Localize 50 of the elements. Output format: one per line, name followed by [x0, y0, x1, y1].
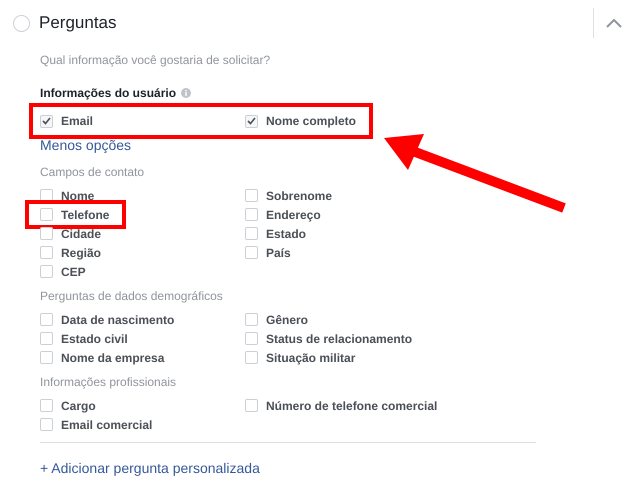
checkbox-label: Gênero: [266, 312, 308, 328]
checkbox-label: Endereço: [266, 206, 321, 224]
checkbox[interactable]: [40, 246, 53, 259]
checkbox[interactable]: [245, 114, 258, 128]
checkbox-label: Sobrenome: [266, 188, 332, 204]
checkbox[interactable]: [40, 313, 53, 326]
section-label: Informações do usuário: [40, 85, 176, 102]
prompt-text: Qual informação você gostaria de solicitar?: [40, 52, 272, 69]
checkbox[interactable]: [245, 227, 258, 240]
checkbox-label: Região: [61, 244, 102, 262]
checkbox-label: Email comercial: [61, 416, 152, 434]
checkbox[interactable]: [40, 418, 53, 431]
checkbox[interactable]: [245, 208, 258, 221]
checkbox[interactable]: [40, 399, 53, 412]
checkbox[interactable]: [245, 313, 258, 326]
radio-button[interactable]: [13, 14, 30, 32]
collapse-chevron-icon[interactable]: [606, 18, 622, 28]
checkbox[interactable]: [245, 399, 258, 412]
checkbox[interactable]: [40, 351, 53, 364]
checkbox-label: Cargo: [61, 398, 96, 414]
group-title: Perguntas de dados demográficos: [40, 288, 224, 305]
checkbox[interactable]: [40, 114, 53, 128]
checkbox-label: Nome completo: [266, 113, 356, 130]
checkbox-label: Número de telefone comercial: [266, 398, 438, 414]
checkbox[interactable]: [245, 189, 258, 202]
checkbox[interactable]: [40, 332, 53, 345]
checkbox[interactable]: [40, 227, 53, 240]
checkbox[interactable]: [40, 208, 53, 221]
checkbox-label: Status de relacionamento: [266, 330, 412, 348]
group-title: Informações profissionais: [40, 374, 178, 391]
add-question-link[interactable]: + Adicionar pergunta personalizada: [40, 458, 260, 479]
checkbox-label: Cidade: [61, 226, 102, 242]
checkbox-label: Email: [61, 113, 94, 130]
checkbox-label: Telefone: [61, 206, 110, 224]
group-title: Campos de contato: [40, 164, 146, 181]
checkbox[interactable]: [245, 246, 258, 259]
checkbox-label: País: [266, 244, 291, 262]
checkbox-label: CEP: [61, 264, 86, 280]
checkbox[interactable]: [40, 265, 53, 278]
section-title: Perguntas: [39, 12, 116, 34]
checkbox[interactable]: [245, 351, 258, 364]
checkbox[interactable]: [245, 332, 258, 345]
checkbox-label: Estado civil: [61, 330, 128, 348]
checkbox-label: Data de nascimento: [61, 312, 174, 328]
checkbox-label: Estado: [266, 226, 306, 242]
checkbox-label: Situação militar: [266, 350, 356, 366]
checkbox-label: Nome da empresa: [61, 350, 164, 366]
toggle-link[interactable]: Menos opções: [40, 135, 132, 156]
checkbox-label: Nome: [61, 188, 94, 204]
info-icon[interactable]: [181, 88, 192, 98]
